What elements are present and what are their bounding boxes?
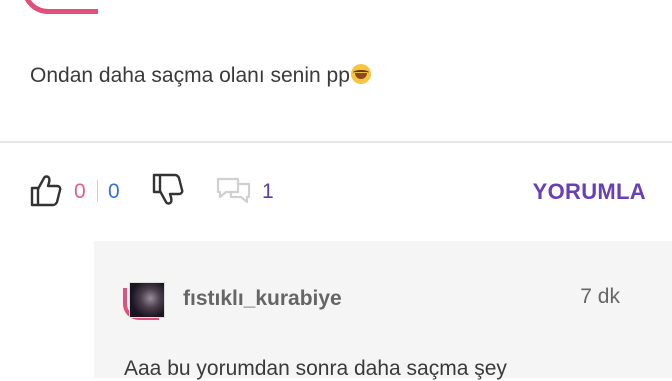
comment-body: Ondan daha saçma olanı senin pp bbox=[30, 64, 371, 88]
reply-count[interactable]: 1 bbox=[262, 180, 274, 204]
like-count: 0 bbox=[74, 180, 86, 203]
dislike-count: 0 bbox=[108, 180, 120, 203]
avatar[interactable] bbox=[123, 282, 165, 324]
comment-action-bar: 0 0 1 YORUMLA bbox=[0, 160, 672, 224]
parent-avatar-ring[interactable] bbox=[22, 0, 98, 14]
thumbs-down-icon[interactable] bbox=[152, 173, 184, 212]
laughing-emoji-icon bbox=[350, 64, 371, 84]
reply-comment-card: fıstıklı_kurabiye 7 dk Aaa bu yorumdan s… bbox=[94, 241, 672, 380]
comment-text: Ondan daha saçma olanı senin pp bbox=[30, 64, 350, 87]
reply-username[interactable]: fıstıklı_kurabiye bbox=[183, 287, 342, 311]
speech-bubbles-icon[interactable] bbox=[216, 176, 252, 209]
count-separator bbox=[97, 180, 98, 202]
reply-button[interactable]: YORUMLA bbox=[533, 179, 646, 205]
divider bbox=[0, 141, 672, 143]
thumbs-up-icon[interactable] bbox=[30, 173, 62, 212]
reply-timestamp: 7 dk bbox=[580, 285, 620, 308]
reply-body: Aaa bu yorumdan sonra daha saçma şey bbox=[124, 357, 507, 380]
avatar-image bbox=[129, 282, 165, 318]
